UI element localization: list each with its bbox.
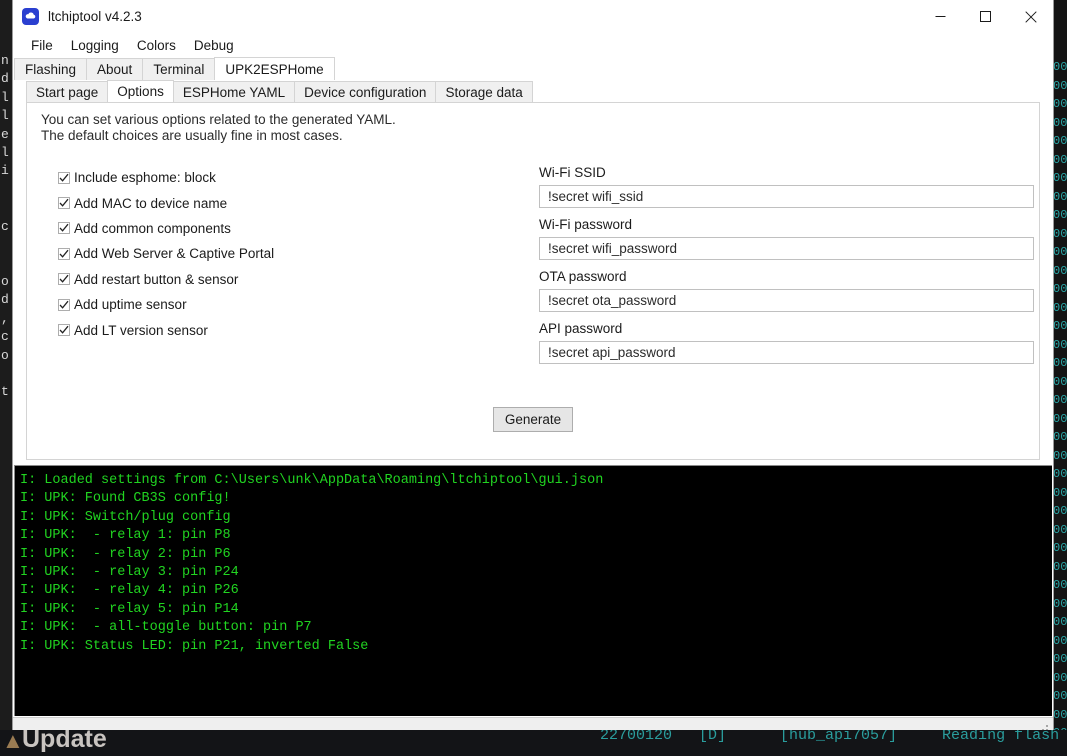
checkbox-add-restart-button-sensor[interactable]: Add restart button & sensor xyxy=(58,267,532,292)
check-icon[interactable] xyxy=(58,171,70,184)
api-password-input[interactable] xyxy=(539,341,1034,364)
background-taskbar: ▲ Update 22700120 [D] [hub_api7057] Read… xyxy=(0,730,1067,756)
checkbox-label: Add uptime sensor xyxy=(74,297,187,313)
checkbox-label: Include esphome: block xyxy=(74,170,216,186)
generate-button-row: Generate xyxy=(27,407,1039,432)
tab-flashing[interactable]: Flashing xyxy=(14,58,88,80)
menu-item-file[interactable]: File xyxy=(22,38,62,53)
tab-upk2esphome[interactable]: UPK2ESPHome xyxy=(214,57,335,80)
api-password-label: API password xyxy=(539,321,623,336)
background-update-text: Update xyxy=(22,730,107,753)
checkbox-label: Add common components xyxy=(74,220,231,236)
checkbox-add-common-components[interactable]: Add common components xyxy=(58,216,532,241)
wifi-ssid-label: Wi-Fi SSID xyxy=(539,165,606,180)
close-icon[interactable] xyxy=(1008,0,1053,33)
field-group-api-password: API password xyxy=(539,321,1034,364)
generate-button[interactable]: Generate xyxy=(493,407,573,432)
panel-body: Include esphome: block Add MAC to device… xyxy=(27,144,1039,373)
tab-terminal[interactable]: Terminal xyxy=(142,58,216,80)
outer-tab-bar: Flashing About Terminal UPK2ESPHome xyxy=(13,57,1053,80)
panel-description: You can set various options related to t… xyxy=(27,103,1039,144)
menu-item-debug[interactable]: Debug xyxy=(185,38,243,53)
tab-start-page[interactable]: Start page xyxy=(26,81,109,102)
ota-password-input[interactable] xyxy=(539,289,1034,312)
inner-tab-bar: Start page Options ESPHome YAML Device c… xyxy=(13,80,1053,102)
checkbox-label: Add LT version sensor xyxy=(74,322,208,338)
check-icon[interactable] xyxy=(58,273,70,286)
checkbox-include-esphome-block[interactable]: Include esphome: block xyxy=(58,165,532,190)
wifi-password-label: Wi-Fi password xyxy=(539,217,633,232)
field-group-ota-password: OTA password xyxy=(539,269,1034,312)
window-title: ltchiptool v4.2.3 xyxy=(48,9,142,24)
check-icon[interactable] xyxy=(58,324,70,337)
minimize-icon[interactable] xyxy=(918,0,963,33)
wifi-ssid-input[interactable] xyxy=(539,185,1034,208)
title-bar[interactable]: ltchiptool v4.2.3 xyxy=(13,0,1053,33)
checkbox-add-mac-to-device-name[interactable]: Add MAC to device name xyxy=(58,190,532,215)
options-panel: You can set various options related to t… xyxy=(26,102,1040,460)
background-log-text: 22700120 [D] [hub_api7057] Reading flash… xyxy=(600,730,1060,744)
field-group-wifi-password: Wi-Fi password xyxy=(539,217,1034,260)
checkbox-label: Add Web Server & Captive Portal xyxy=(74,246,275,262)
tab-options[interactable]: Options xyxy=(107,80,174,102)
background-terminal-left: n d l l e l i c o d , c o t xyxy=(0,0,12,740)
checkbox-column: Include esphome: block Add MAC to device… xyxy=(27,165,532,373)
check-icon[interactable] xyxy=(58,222,70,235)
description-line-1: You can set various options related to t… xyxy=(41,112,396,127)
background-arrow-icon: ▲ xyxy=(2,730,24,753)
maximize-icon[interactable] xyxy=(963,0,1008,33)
wifi-password-input[interactable] xyxy=(539,237,1034,260)
tab-about[interactable]: About xyxy=(86,58,144,80)
ota-password-label: OTA password xyxy=(539,269,627,284)
tab-esphome-yaml[interactable]: ESPHome YAML xyxy=(172,81,296,102)
check-icon[interactable] xyxy=(58,197,70,210)
checkbox-add-web-server-captive-portal[interactable]: Add Web Server & Captive Portal xyxy=(58,241,532,266)
menu-item-logging[interactable]: Logging xyxy=(62,38,128,53)
menu-item-colors[interactable]: Colors xyxy=(128,38,185,53)
console-area: I: Loaded settings from C:\Users\unk\App… xyxy=(13,465,1053,717)
checkbox-label: Add restart button & sensor xyxy=(74,271,239,287)
cloud-chip-icon xyxy=(22,8,39,25)
fields-column: Wi-Fi SSID Wi-Fi password OTA password A… xyxy=(532,165,1039,373)
menu-bar: File Logging Colors Debug xyxy=(13,33,1053,57)
tab-storage-data[interactable]: Storage data xyxy=(435,81,533,102)
check-icon[interactable] xyxy=(58,247,70,260)
ltchiptool-window: ltchiptool v4.2.3 File Logging Colors De… xyxy=(12,0,1054,740)
window-controls xyxy=(918,0,1053,33)
checkbox-label: Add MAC to device name xyxy=(74,195,228,211)
background-terminal-right: 00 00 00 00 00 00 00 00 00 00 00 00 00 0… xyxy=(1053,0,1067,745)
log-console[interactable]: I: Loaded settings from C:\Users\unk\App… xyxy=(14,465,1052,716)
description-line-2: The default choices are usually fine in … xyxy=(41,128,343,143)
checkbox-add-lt-version-sensor[interactable]: Add LT version sensor xyxy=(58,317,532,342)
checkbox-add-uptime-sensor[interactable]: Add uptime sensor xyxy=(58,292,532,317)
field-group-wifi-ssid: Wi-Fi SSID xyxy=(539,165,1034,208)
tab-device-configuration[interactable]: Device configuration xyxy=(294,81,437,102)
check-icon[interactable] xyxy=(58,298,70,311)
